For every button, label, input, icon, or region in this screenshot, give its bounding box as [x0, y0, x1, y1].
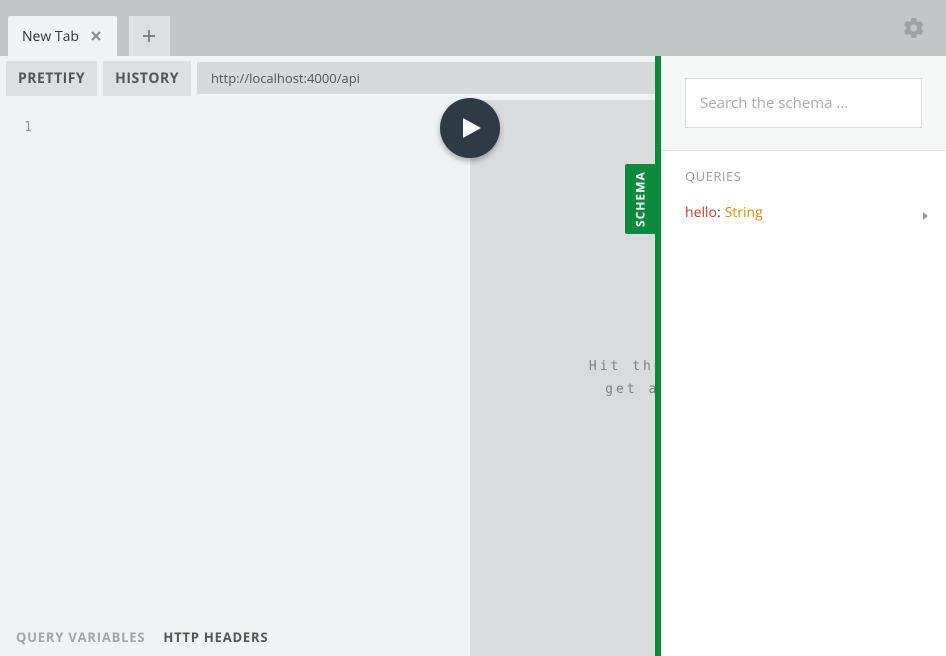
tab-item[interactable]: New Tab	[8, 16, 117, 56]
line-number: 1	[12, 120, 32, 135]
new-tab-button[interactable]	[129, 16, 170, 56]
tab-bar: New Tab	[0, 0, 946, 56]
field-type: String	[725, 203, 763, 222]
colon: :	[717, 203, 721, 222]
schema-search-input[interactable]	[685, 78, 922, 128]
bottom-tabs: QUERY VARIABLES HTTP HEADERS	[0, 618, 470, 656]
tab-http-headers[interactable]: HTTP HEADERS	[163, 628, 268, 646]
settings-button[interactable]	[898, 12, 930, 44]
docs-body: QUERIES hello: String	[661, 151, 946, 656]
schema-toggle[interactable]: SCHEMA	[625, 164, 655, 234]
close-tab-icon[interactable]	[89, 29, 103, 43]
docs-section-queries: QUERIES	[685, 167, 922, 185]
query-editor[interactable]: 1	[0, 100, 470, 618]
tab-label: New Tab	[22, 27, 79, 46]
chevron-right-icon	[922, 207, 930, 226]
history-button[interactable]: HISTORY	[103, 61, 191, 96]
tab-query-variables[interactable]: QUERY VARIABLES	[16, 628, 145, 646]
docs-search-wrap	[661, 56, 946, 151]
docs-field-entry[interactable]: hello: String	[685, 203, 922, 222]
run-query-button[interactable]	[440, 98, 500, 158]
field-name: hello	[685, 203, 717, 222]
gear-icon	[902, 16, 926, 40]
play-icon	[461, 116, 483, 140]
prettify-button[interactable]: PRETTIFY	[6, 61, 97, 96]
docs-panel: QUERIES hello: String	[655, 56, 946, 656]
query-editor-pane: 1 QUERY VARIABLES HTTP HEADERS	[0, 100, 470, 656]
